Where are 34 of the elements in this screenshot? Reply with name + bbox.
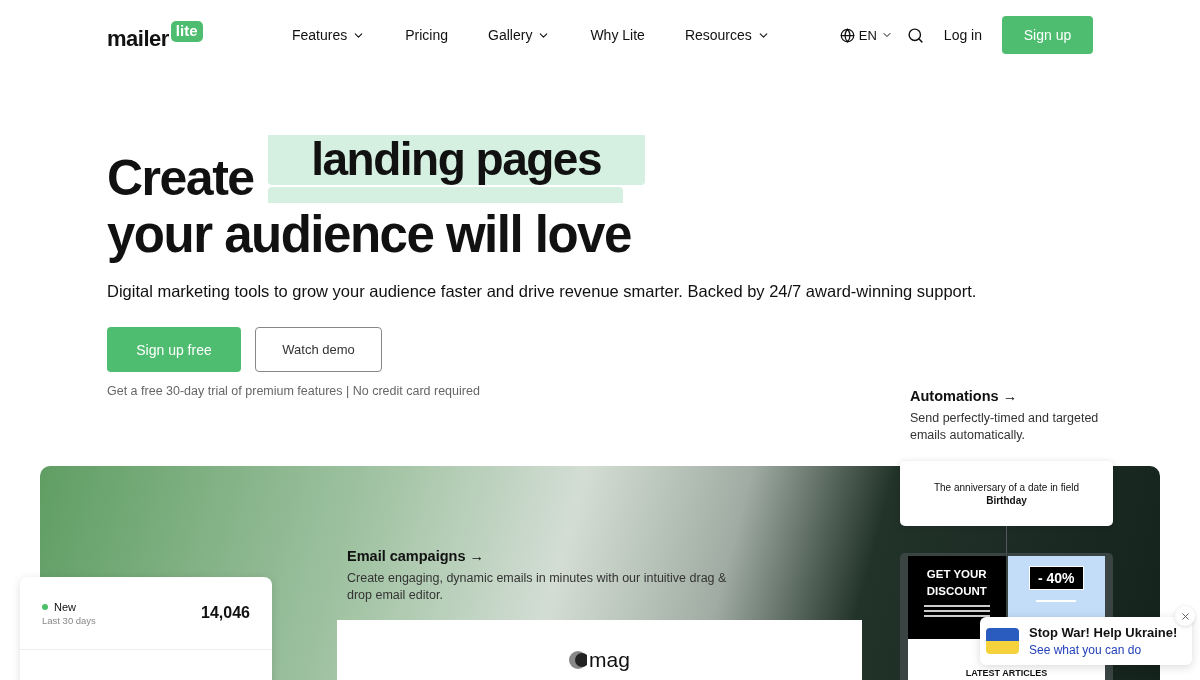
close-icon (1179, 610, 1191, 622)
ukraine-flag-icon (986, 628, 1019, 654)
trial-note: Get a free 30-day trial of premium features | No credit card required (107, 384, 480, 398)
highlighted-word: landing pages (267, 135, 645, 185)
moon-logo-icon (569, 651, 588, 669)
language-selector[interactable]: EN (839, 27, 893, 43)
stat-period: Last 30 days (42, 614, 96, 626)
banner-link[interactable]: See what you can do (1029, 643, 1178, 657)
discount-heading: GET YOUR DISCOUNT (925, 567, 988, 599)
magazine-logo: mag (589, 648, 630, 672)
nav-link[interactable]: Features (292, 27, 366, 43)
login-link[interactable]: Log in (943, 27, 982, 43)
mailerlite-logo[interactable]: mailer lite (107, 20, 292, 50)
headline-text: Create (107, 153, 254, 203)
hero-subtitle: Digital marketing tools to grow your audience faster and drive revenue smarter. Backed by 24/7 award-winning support. (107, 282, 978, 301)
text-line-drawing (1036, 600, 1077, 602)
banner-title: Stop War! Help Ukraine! (1029, 625, 1178, 640)
close-button[interactable] (1175, 606, 1195, 626)
email-campaigns-description: Create engaging, dynamic emails in minutes with our intuitive drag & drop email editor. (347, 570, 727, 604)
globe-icon (839, 27, 855, 43)
stat-label: New (54, 600, 76, 613)
search-icon[interactable] (906, 26, 924, 44)
email-campaigns-link[interactable]: Email campaigns → (347, 548, 727, 564)
nav-link[interactable]: Resources (684, 27, 770, 43)
watch-demo-button[interactable]: Watch demo (255, 327, 382, 372)
articles-heading: LATEST ARTICLES (965, 668, 1048, 680)
automations-description: Send perfectly-timed and targeted emails automatically. (910, 410, 1100, 444)
nav-link[interactable]: Why Lite (590, 27, 645, 43)
stat-value: 14,046 (201, 604, 250, 622)
automations-link[interactable]: Automations → (910, 388, 1110, 404)
nav-link[interactable]: Pricing (405, 27, 449, 43)
nav-link[interactable]: Gallery (488, 27, 551, 43)
trigger-text: The anniversary of a date in field Birthday (932, 480, 1081, 507)
discount-badge: - 40% (1028, 566, 1084, 590)
